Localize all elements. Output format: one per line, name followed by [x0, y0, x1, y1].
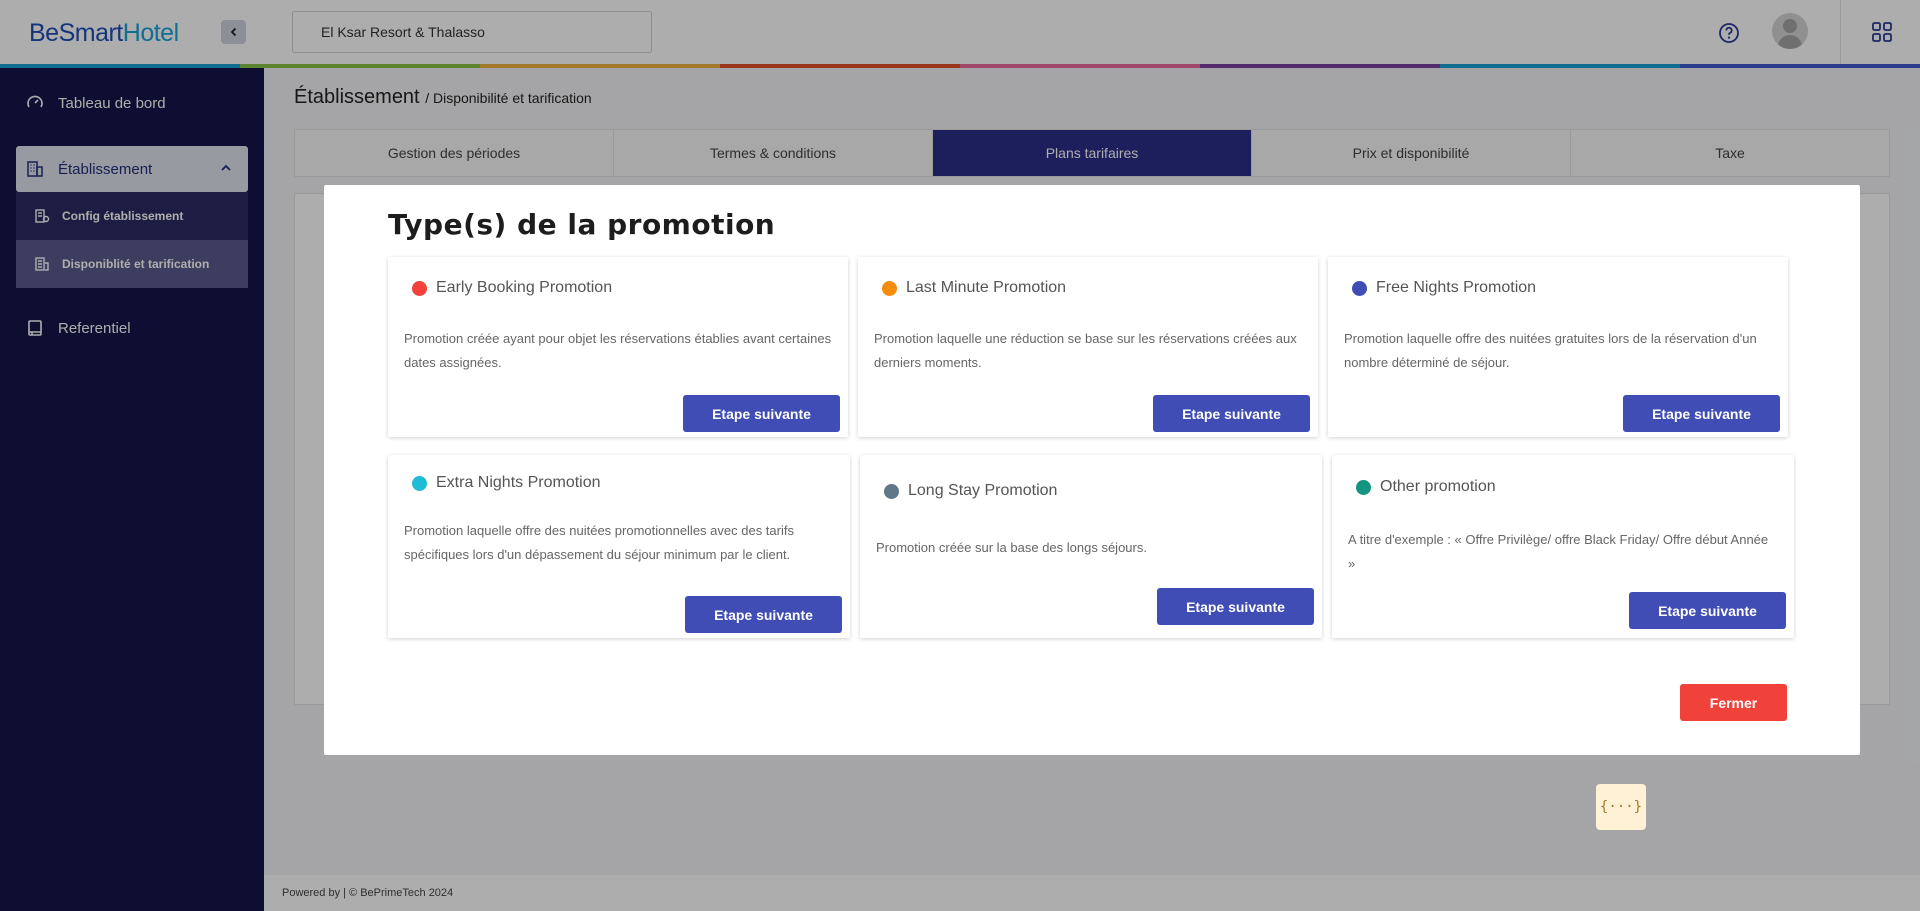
- promo-card-title: Extra Nights Promotion: [436, 474, 601, 491]
- status-dot-icon: [1352, 280, 1367, 296]
- next-step-button[interactable]: Etape suivante: [685, 596, 842, 633]
- promo-card-extra-nights: Extra Nights Promotion Promotion laquell…: [388, 455, 850, 638]
- promo-card-header: Early Booking Promotion: [412, 279, 612, 297]
- promo-card-description: Promotion créée sur la base des longs sé…: [876, 540, 1147, 555]
- promotion-type-modal: Type(s) de la promotion Early Booking Pr…: [324, 185, 1860, 755]
- promo-card-description: Promotion laquelle offre des nuitées gra…: [1344, 331, 1757, 370]
- close-button[interactable]: Fermer: [1680, 684, 1787, 721]
- promo-card-description: A titre d'exemple : « Offre Privilège/ o…: [1348, 532, 1769, 571]
- promo-card-title: Last Minute Promotion: [906, 279, 1067, 296]
- code-braces-icon: {···}: [1599, 799, 1643, 815]
- promo-card-long-stay: Long Stay Promotion Promotion créée sur …: [860, 455, 1322, 638]
- promo-card-header: Last Minute Promotion: [882, 279, 1066, 297]
- next-step-button[interactable]: Etape suivante: [1623, 395, 1780, 432]
- help-widget-button[interactable]: {···}: [1596, 784, 1646, 830]
- status-dot-icon: [412, 475, 427, 491]
- status-dot-icon: [1356, 479, 1371, 495]
- promo-card-title: Early Booking Promotion: [436, 279, 613, 296]
- promo-card-early-booking: Early Booking Promotion Promotion créée …: [388, 257, 848, 437]
- promo-card-description: Promotion laquelle une réduction se base…: [874, 331, 1297, 370]
- promo-card-last-minute: Last Minute Promotion Promotion laquelle…: [858, 257, 1318, 437]
- next-step-button[interactable]: Etape suivante: [1153, 395, 1310, 432]
- promo-card-other: Other promotion A titre d'exemple : « Of…: [1332, 455, 1794, 638]
- status-dot-icon: [412, 280, 427, 296]
- promo-card-free-nights: Free Nights Promotion Promotion laquelle…: [1328, 257, 1788, 437]
- promo-card-title: Other promotion: [1380, 478, 1496, 495]
- promo-card-description: Promotion créée ayant pour objet les rés…: [404, 331, 832, 370]
- promo-card-description: Promotion laquelle offre des nuitées pro…: [404, 523, 794, 562]
- status-dot-icon: [882, 280, 897, 296]
- promo-card-header: Other promotion: [1356, 478, 1496, 496]
- next-step-button[interactable]: Etape suivante: [1157, 588, 1314, 625]
- promo-card-header: Extra Nights Promotion: [412, 474, 601, 492]
- status-dot-icon: [884, 483, 899, 499]
- next-step-button[interactable]: Etape suivante: [683, 395, 840, 432]
- modal-title: Type(s) de la promotion: [388, 208, 776, 241]
- promo-card-title: Free Nights Promotion: [1376, 279, 1537, 296]
- promo-card-title: Long Stay Promotion: [908, 482, 1058, 499]
- next-step-button[interactable]: Etape suivante: [1629, 592, 1786, 629]
- promo-card-header: Free Nights Promotion: [1352, 279, 1536, 297]
- promo-card-header: Long Stay Promotion: [884, 482, 1057, 500]
